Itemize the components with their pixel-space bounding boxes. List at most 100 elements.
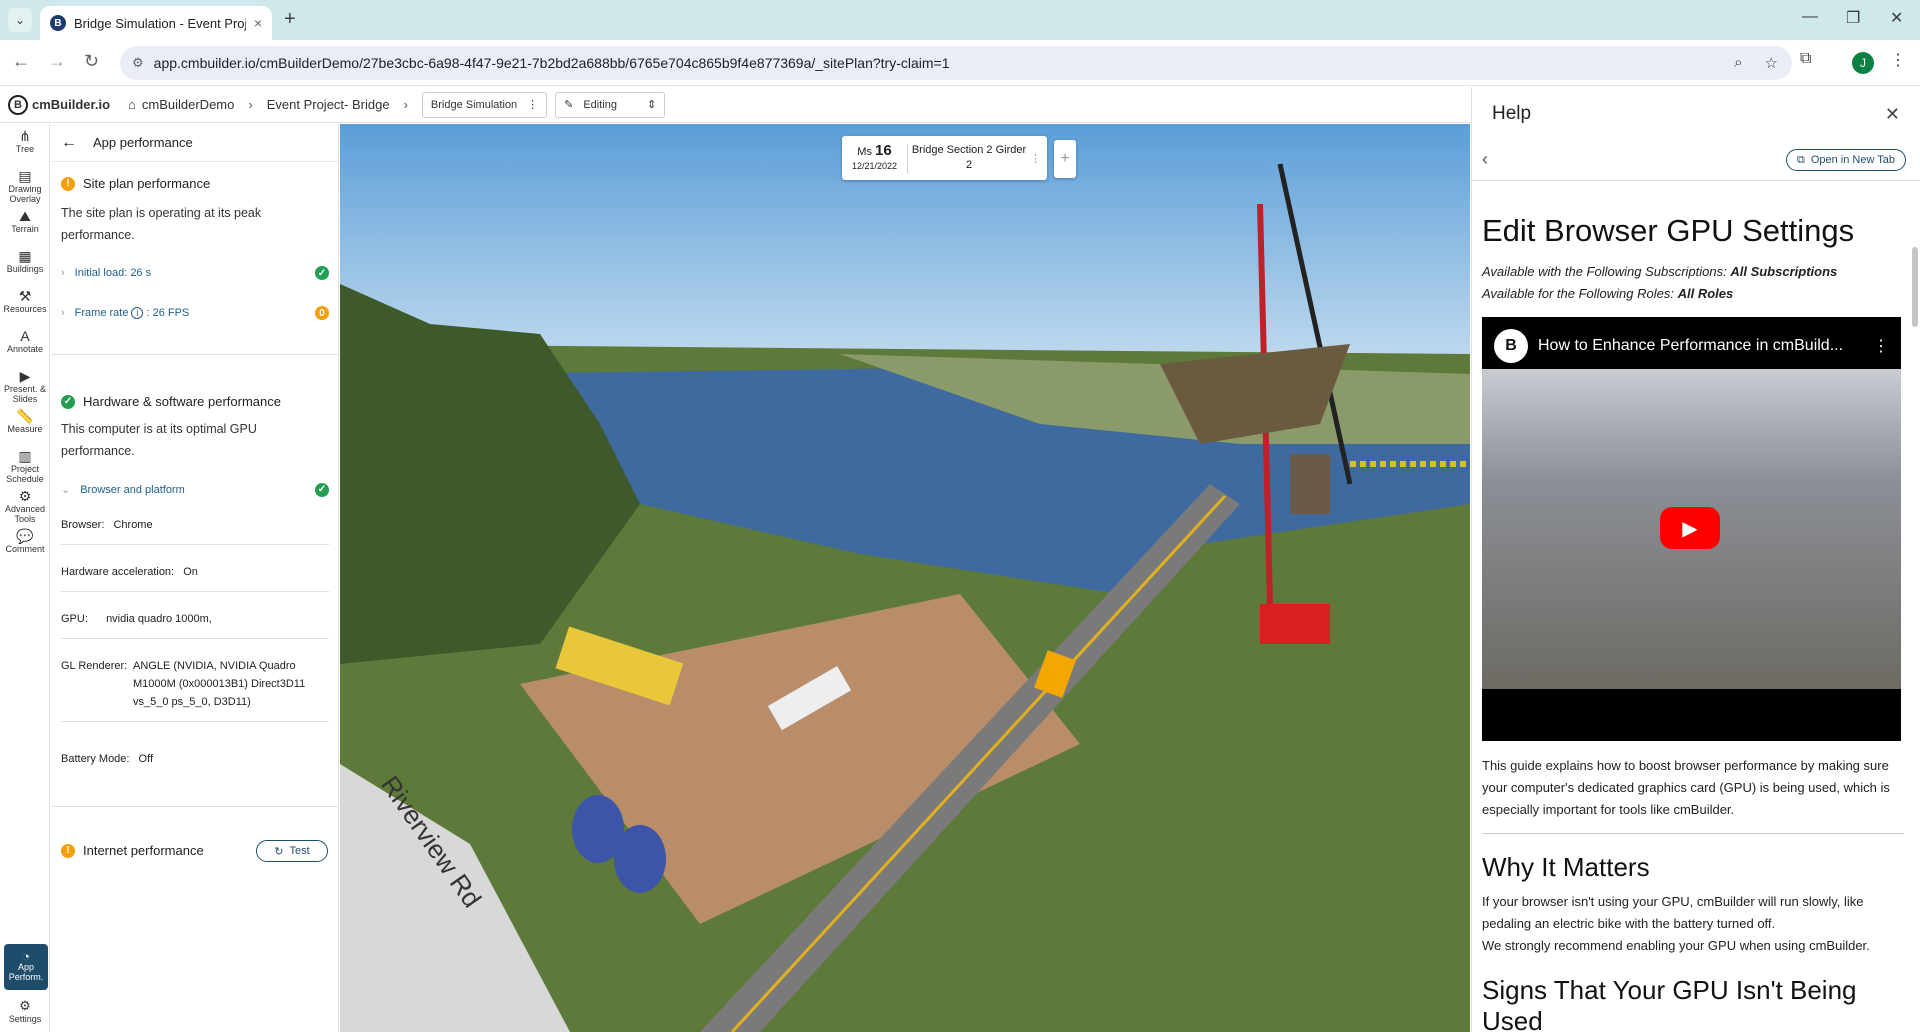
rail-item-annotate[interactable]: A Annotate [0, 328, 50, 364]
gpu-kv: GPU: nvidia quadro 1000m, [61, 610, 329, 639]
initial-load-label: Initial load: 26 s [74, 267, 152, 279]
frame-rate-row[interactable]: › Frame rate i : 26 FPS 0 [61, 306, 329, 320]
section-heading-signs: Signs That Your GPU Isn't Being Used [1482, 975, 1857, 1032]
info-icon[interactable]: i [131, 307, 144, 319]
terrain-icon: ⛰ [19, 208, 31, 224]
measure-icon: 📏 [16, 408, 34, 424]
rail-item-tree[interactable]: ⋔ Tree [0, 128, 50, 164]
panel-title: App performance [93, 135, 193, 150]
open-new-tab-button[interactable]: ⧉ Open in New Tab [1785, 149, 1906, 171]
address-bar-row: ← → ↻ ⚙ app.cmbuilder.io/cmBuilderDemo/2… [0, 40, 1920, 86]
rail-item-measure[interactable]: 📏 Measure [0, 408, 50, 444]
video-embed[interactable]: B How to Enhance Performance in cmBuild.… [1482, 317, 1901, 741]
milestone-sub: 2 [965, 159, 973, 171]
present-icon: ▶ [19, 368, 31, 384]
play-button-icon[interactable]: ▶ [1660, 507, 1720, 549]
advanced-tools-icon: ⚙ [18, 488, 32, 504]
more-vertical-icon[interactable]: ⋮ [527, 98, 538, 111]
back-icon[interactable]: ← [12, 51, 30, 72]
check-circle-icon: ✓ [315, 266, 329, 280]
rail-item-comment[interactable]: 💬 Comment [0, 528, 50, 564]
help-scrollbar[interactable] [1912, 247, 1918, 327]
rail-item-advanced-tools[interactable]: ⚙ Advanced Tools [0, 488, 50, 524]
milestone-card[interactable]: Ms 16 12/21/2022 Bridge Section 2 Girder… [842, 136, 1047, 180]
test-button[interactable]: ↻ Test [256, 840, 328, 862]
reload-icon[interactable]: ↻ [84, 51, 99, 72]
frame-rate-value: : 26 FPS [146, 307, 190, 319]
accel-value: On [183, 566, 198, 578]
back-arrow-icon[interactable]: ← [61, 134, 77, 152]
subs-prefix: Available with the Following Subscriptio… [1482, 264, 1731, 279]
annotate-icon: A [20, 328, 30, 344]
battery-kv: Battery Mode: Off [61, 750, 329, 778]
tab-search-icon[interactable]: ⌄ [8, 8, 32, 32]
open-new-tab-label: Open in New Tab [1810, 154, 1895, 166]
rail-item-present-slides[interactable]: ▶ Present. & Slides [0, 368, 50, 404]
roles-value: All Roles [1677, 286, 1734, 301]
help-panel: Help ✕ ‹ ⧉ Open in New Tab Edit Browser … [1471, 87, 1920, 1032]
cmbuilder-logo[interactable]: B cmBuilder.io [8, 94, 110, 115]
help-article: Edit Browser GPU Settings Available with… [1482, 205, 1904, 1032]
new-tab-button[interactable]: + [284, 8, 296, 31]
initial-load-row[interactable]: › Initial load: 26 s ✓ [61, 266, 329, 280]
drag-handle-icon[interactable]: ⋮ [1030, 152, 1041, 165]
milestone-name-block: Bridge Section 2 Girder 2 [908, 143, 1030, 173]
breadcrumb-home[interactable]: ⌂ cmBuilderDemo [128, 97, 234, 112]
zoom-icon[interactable]: ⌕ [1734, 54, 1742, 72]
site-info-icon[interactable]: ⚙ [132, 55, 144, 71]
check-circle-icon: ✓ [315, 482, 329, 497]
rail-item-label: Comment [5, 544, 45, 554]
profile-avatar[interactable]: J [1852, 52, 1874, 74]
app-performance-panel: ← App performance ! Site plan performanc… [51, 124, 339, 1032]
add-milestone-button[interactable]: + [1054, 140, 1076, 178]
url-bar[interactable]: ⚙ app.cmbuilder.io/cmBuilderDemo/27be3cb… [120, 46, 1792, 80]
milestone-number: 16 [875, 141, 892, 159]
window-close-button[interactable]: ✕ [1890, 8, 1903, 28]
scene-select[interactable]: Bridge Simulation ⋮ [421, 91, 548, 118]
rail-item-resources[interactable]: ⚒ Resources [0, 288, 50, 324]
chevron-right-icon: › [61, 267, 65, 279]
tab-close-icon[interactable]: × [254, 15, 262, 31]
rail-item-drawing-overlay[interactable]: ▤ Drawing Overlay [0, 168, 50, 204]
browser-menu-icon[interactable]: ⋮ [1890, 50, 1906, 70]
site-plan-section-title: ! Site plan performance [61, 176, 210, 191]
rail-item-terrain[interactable]: ⛰ Terrain [0, 208, 50, 244]
external-link-icon: ⧉ [1796, 153, 1805, 166]
rail-item-buildings[interactable]: ▦ Buildings [0, 248, 50, 284]
minimize-button[interactable]: — [1802, 8, 1818, 26]
rail-item-project-schedule[interactable]: ▥ Project Schedule [0, 448, 50, 484]
subs-value: All Subscriptions [1730, 264, 1838, 279]
restore-button[interactable]: ❐ [1846, 8, 1860, 28]
rail-item-label: Project Schedule [6, 464, 44, 484]
gpu-value: nvidia quadro 1000m, [106, 613, 212, 625]
rail-item-app-performance[interactable]: ◔ App Perform. [4, 944, 48, 990]
extensions-icon[interactable]: ⧉ [1800, 50, 1811, 68]
bookmark-star-icon[interactable]: ☆ [1765, 54, 1778, 72]
forward-icon[interactable]: → [48, 51, 66, 72]
divider [51, 806, 339, 807]
gpu-key: GPU: [61, 613, 88, 625]
browser-tab-strip: ⌄ B Bridge Simulation - Event Proje × + … [0, 0, 1920, 40]
browser-tab[interactable]: B Bridge Simulation - Event Proje × [40, 6, 272, 40]
help-title: Help [1492, 103, 1532, 124]
scene-select-label: Bridge Simulation [430, 98, 518, 111]
chevron-left-icon[interactable]: ‹ [1482, 149, 1488, 170]
breadcrumb-project[interactable]: Event Project- Bridge [267, 97, 390, 112]
browser-platform-row[interactable]: ⌄ Browser and platform ✓ [61, 482, 329, 497]
schedule-icon: ▥ [18, 448, 32, 464]
milestone-date: 12/21/2022 [851, 160, 898, 171]
mode-select-label: Editing [583, 98, 617, 111]
article-title: Edit Browser GPU Settings [1482, 213, 1855, 248]
site-plan-desc: The site plan is operating at its peak p… [61, 206, 262, 242]
gl-renderer-kv: GL Renderer: ANGLE (NVIDIA, NVIDIA Quadr… [61, 657, 329, 722]
close-icon[interactable]: ✕ [1885, 104, 1900, 125]
more-vertical-icon[interactable]: ⋮ [1873, 336, 1889, 356]
home-icon: ⌂ [128, 97, 136, 112]
help-header: Help ✕ [1472, 87, 1920, 141]
rail-settings-label: Settings [8, 1014, 42, 1024]
video-title[interactable]: How to Enhance Performance in cmBuild... [1538, 337, 1863, 355]
rail-item-settings[interactable]: ⚙ Settings [0, 998, 50, 1024]
gl-renderer-key: GL Renderer: [61, 660, 128, 672]
mode-select[interactable]: ✎ Editing ⇕ [555, 91, 666, 118]
3d-site-viewport[interactable]: Riverview Rd [340, 124, 1470, 1032]
